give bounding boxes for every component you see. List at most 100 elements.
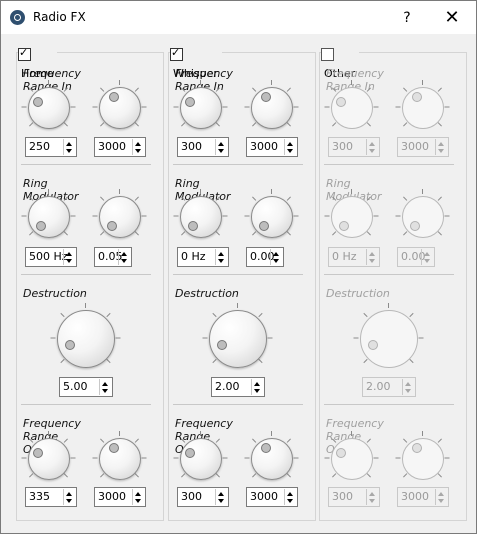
freq-out-low-input-other[interactable]: 300 — [328, 487, 380, 507]
freq-in-high-input-home-down-arrow-icon[interactable] — [135, 149, 141, 153]
checkbox-other[interactable]: Other — [321, 44, 360, 80]
freq-out-low-input-home-up-arrow-icon[interactable] — [66, 492, 72, 496]
destruction-knob-whisper[interactable] — [209, 310, 267, 368]
destruction-input-home-up-arrow-icon[interactable] — [102, 382, 108, 386]
freq-in-high-input-other-up-arrow-icon[interactable] — [438, 142, 444, 146]
freq-in-high-input-other-down-arrow-icon[interactable] — [438, 149, 444, 153]
ring-mod-mix-knob-home[interactable] — [99, 196, 141, 238]
ring-mod-freq-input-home-down-arrow-icon[interactable] — [66, 259, 72, 263]
freq-in-low-input-whisper[interactable]: 300 — [177, 137, 229, 157]
freq-in-low-input-home[interactable]: 250 — [25, 137, 77, 157]
destruction-input-other-up-arrow-icon[interactable] — [405, 382, 411, 386]
help-button[interactable]: ? — [389, 5, 425, 31]
freq-out-low-input-home[interactable]: 335 — [25, 487, 77, 507]
freq-in-low-input-home-up-arrow-icon[interactable] — [66, 142, 72, 146]
freq-out-low-input-other-up-arrow-icon[interactable] — [369, 492, 375, 496]
checkbox-other-box[interactable] — [321, 48, 334, 61]
destruction-input-whisper-up-arrow-icon[interactable] — [254, 382, 260, 386]
ring-mod-mix-input-whisper-down-arrow-icon[interactable] — [273, 259, 279, 263]
freq-in-low-knob-home[interactable] — [28, 87, 70, 129]
destruction-input-home[interactable]: 5.00 — [59, 377, 113, 397]
ring-mod-freq-input-whisper[interactable]: 0 Hz — [177, 247, 229, 267]
freq-out-high-knob-home[interactable] — [99, 438, 141, 480]
ring-mod-freq-input-home-up-arrow-icon[interactable] — [66, 252, 72, 256]
ring-mod-mix-input-home[interactable]: 0.05 — [94, 247, 132, 267]
freq-in-low-input-whisper-down-arrow-icon[interactable] — [218, 149, 224, 153]
ring-mod-freq-input-other[interactable]: 0 Hz — [328, 247, 380, 267]
ring-mod-mix-input-home-down-arrow-icon[interactable] — [121, 259, 127, 263]
ring-mod-mix-input-whisper[interactable]: 0.00 — [246, 247, 284, 267]
destruction-input-other-value: 2.00 — [366, 380, 391, 393]
freq-out-high-input-home[interactable]: 3000 — [94, 487, 146, 507]
freq-out-low-input-home-down-arrow-icon[interactable] — [66, 499, 72, 503]
ring-mod-mix-input-home-arrows — [118, 249, 130, 265]
ring-mod-freq-input-other-up-arrow-icon[interactable] — [369, 252, 375, 256]
freq-in-low-knob-other[interactable] — [331, 87, 373, 129]
ring-mod-freq-knob-whisper[interactable] — [180, 196, 222, 238]
separator-3-whisper — [173, 404, 303, 405]
freq-in-low-knob-whisper[interactable] — [180, 87, 222, 129]
freq-in-low-input-other-up-arrow-icon[interactable] — [369, 142, 375, 146]
freq-in-high-input-whisper[interactable]: 3000 — [246, 137, 298, 157]
title-bar[interactable]: Radio FX ? ✕ — [1, 1, 476, 34]
ring-mod-freq-input-whisper-down-arrow-icon[interactable] — [218, 259, 224, 263]
freq-in-low-input-home-down-arrow-icon[interactable] — [66, 149, 72, 153]
freq-in-high-input-whisper-down-arrow-icon[interactable] — [287, 149, 293, 153]
ring-mod-freq-input-other-down-arrow-icon[interactable] — [369, 259, 375, 263]
checkbox-whisper[interactable]: Whisper — [170, 44, 222, 80]
ring-mod-freq-knob-other[interactable] — [331, 196, 373, 238]
freq-out-high-input-home-down-arrow-icon[interactable] — [135, 499, 141, 503]
freq-in-low-input-other[interactable]: 300 — [328, 137, 380, 157]
ring-mod-freq-input-whisper-up-arrow-icon[interactable] — [218, 252, 224, 256]
ring-mod-mix-input-other-down-arrow-icon[interactable] — [424, 259, 430, 263]
ring-mod-freq-input-home[interactable]: 500 Hz — [25, 247, 77, 267]
ring-mod-mix-input-other-up-arrow-icon[interactable] — [424, 252, 430, 256]
freq-in-low-input-other-down-arrow-icon[interactable] — [369, 149, 375, 153]
freq-in-high-knob-whisper[interactable] — [251, 87, 293, 129]
freq-in-high-input-home[interactable]: 3000 — [94, 137, 146, 157]
freq-out-high-input-other-up-arrow-icon[interactable] — [438, 492, 444, 496]
freq-out-high-input-whisper-up-arrow-icon[interactable] — [287, 492, 293, 496]
destruction-input-whisper-down-arrow-icon[interactable] — [254, 389, 260, 393]
destruction-input-other-down-arrow-icon[interactable] — [405, 389, 411, 393]
freq-out-high-input-whisper-down-arrow-icon[interactable] — [287, 499, 293, 503]
freq-out-low-input-whisper[interactable]: 300 — [177, 487, 229, 507]
ring-mod-mix-knob-whisper[interactable] — [251, 196, 293, 238]
freq-out-high-knob-whisper[interactable] — [251, 438, 293, 480]
destruction-input-whisper[interactable]: 2.00 — [211, 377, 265, 397]
ring-mod-mix-knob-other[interactable] — [402, 196, 444, 238]
destruction-input-home-down-arrow-icon[interactable] — [102, 389, 108, 393]
freq-in-high-knob-home[interactable] — [99, 87, 141, 129]
freq-out-high-knob-other-indicator — [411, 443, 422, 454]
ring-mod-mix-input-whisper-up-arrow-icon[interactable] — [273, 252, 279, 256]
freq-out-high-input-other-down-arrow-icon[interactable] — [438, 499, 444, 503]
freq-out-high-input-other[interactable]: 3000 — [397, 487, 449, 507]
freq-out-low-input-whisper-down-arrow-icon[interactable] — [218, 499, 224, 503]
ring-mod-freq-knob-home[interactable] — [28, 196, 70, 238]
freq-in-high-knob-other[interactable] — [402, 87, 444, 129]
checkbox-home-box[interactable] — [18, 46, 31, 61]
ring-mod-freq-input-other-arrows — [366, 249, 378, 265]
freq-out-low-knob-home[interactable] — [28, 438, 70, 480]
ring-mod-mix-input-other[interactable]: 0.00 — [397, 247, 435, 267]
destruction-knob-other[interactable] — [360, 310, 418, 368]
freq-in-high-input-whisper-up-arrow-icon[interactable] — [287, 142, 293, 146]
freq-out-high-input-home-up-arrow-icon[interactable] — [135, 492, 141, 496]
freq-in-low-input-whisper-up-arrow-icon[interactable] — [218, 142, 224, 146]
freq-out-low-knob-whisper[interactable] — [180, 438, 222, 480]
ring-mod-mix-input-home-up-arrow-icon[interactable] — [121, 252, 127, 256]
checkbox-home[interactable]: Home — [18, 44, 58, 80]
freq-in-high-input-home-up-arrow-icon[interactable] — [135, 142, 141, 146]
destruction-knob-home[interactable] — [57, 310, 115, 368]
separator-2-whisper — [173, 274, 303, 275]
freq-out-high-input-whisper[interactable]: 3000 — [246, 487, 298, 507]
checkbox-whisper-box[interactable] — [170, 46, 183, 61]
freq-out-low-knob-other[interactable] — [331, 438, 373, 480]
close-button[interactable]: ✕ — [434, 5, 470, 31]
freq-out-low-input-whisper-up-arrow-icon[interactable] — [218, 492, 224, 496]
freq-out-low-input-other-down-arrow-icon[interactable] — [369, 499, 375, 503]
freq-out-high-knob-whisper-indicator — [260, 443, 271, 454]
freq-out-high-knob-other[interactable] — [402, 438, 444, 480]
destruction-input-other[interactable]: 2.00 — [362, 377, 416, 397]
freq-in-high-input-other[interactable]: 3000 — [397, 137, 449, 157]
